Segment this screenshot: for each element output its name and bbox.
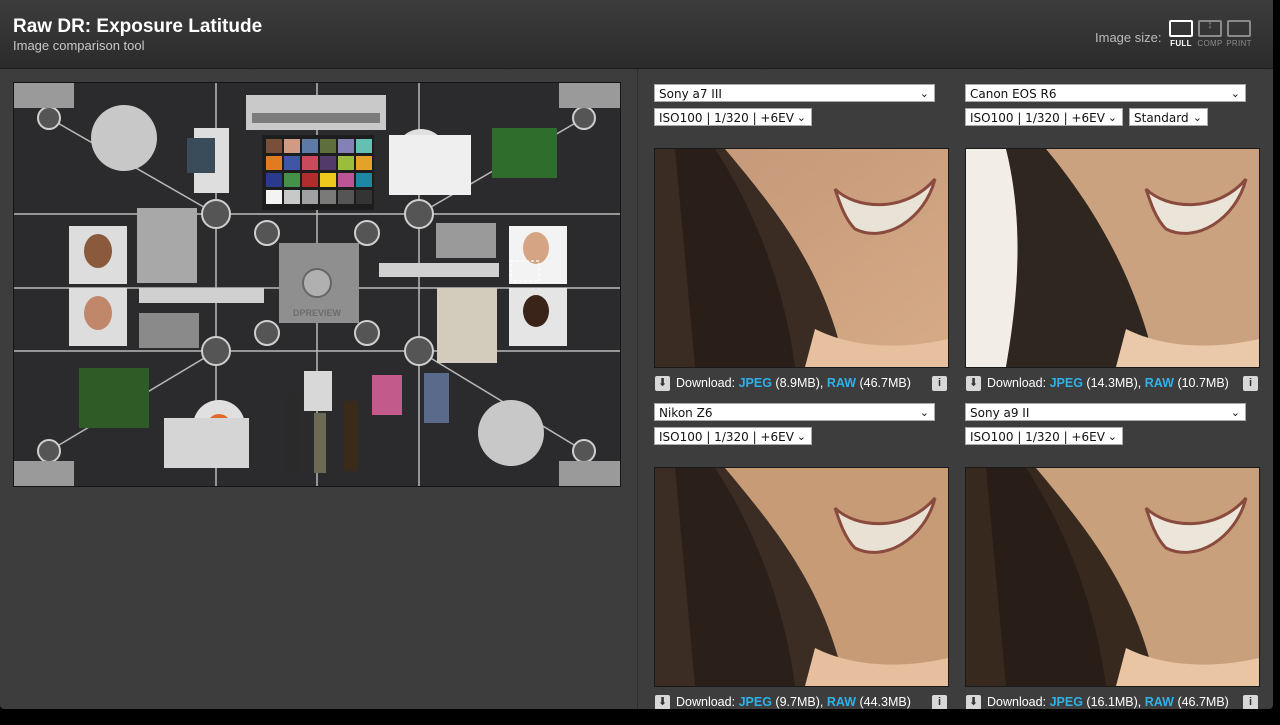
jpeg-link-1[interactable]: JPEG: [739, 376, 772, 390]
setting-select-3[interactable]: ISO100 | 1/320 | +6EV ⌄: [654, 427, 812, 445]
setting-select-3-value: ISO100 | 1/320 | +6EV: [659, 430, 794, 444]
raw-size-3: (44.3MB): [859, 695, 911, 709]
setting-select-1[interactable]: ISO100 | 1/320 | +6EV ⌄: [654, 108, 812, 126]
crop-image-2-graphic: [966, 149, 1259, 367]
jpeg-size-3: (9.7MB),: [775, 695, 824, 709]
crop-image-1-graphic: [655, 149, 948, 367]
download-row-2: ⬇ Download: JPEG (14.3MB), RAW (10.7MB) …: [965, 376, 1258, 392]
chevron-down-icon: ⌄: [1107, 430, 1117, 443]
setting-select-2-value: ISO100 | 1/320 | +6EV: [970, 111, 1105, 125]
chevron-down-icon: ⌄: [1230, 406, 1240, 419]
raw-size-4: (46.7MB): [1177, 695, 1229, 709]
size-print-button[interactable]: PRINT: [1224, 20, 1254, 50]
download-label: Download:: [987, 376, 1047, 390]
download-icon[interactable]: ⬇: [655, 376, 670, 391]
comp-size-icon: [1198, 19, 1222, 37]
jpeg-style-select-2-value: Standard: [1134, 111, 1189, 125]
comparison-pane: Sony a7 III ⌄ ISO100 | 1/320 | +6EV ⌄ ⬇ …: [637, 69, 1273, 709]
download-text-2: Download: JPEG (14.3MB), RAW (10.7MB): [987, 376, 1229, 390]
info-icon[interactable]: i: [932, 695, 947, 709]
crop-image-4[interactable]: [965, 467, 1260, 687]
download-icon[interactable]: ⬇: [966, 695, 981, 709]
download-row-4: ⬇ Download: JPEG (16.1MB), RAW (46.7MB) …: [965, 695, 1258, 709]
chevron-down-icon: ⌄: [1192, 111, 1202, 124]
download-label: Download:: [987, 695, 1047, 709]
scene-pane: DPREVIEW: [0, 69, 636, 709]
jpeg-size-1: (8.9MB),: [775, 376, 824, 390]
size-comp-label: COMP: [1197, 39, 1223, 48]
size-print-label: PRINT: [1226, 39, 1252, 48]
jpeg-size-4: (16.1MB),: [1086, 695, 1142, 709]
page-title: Raw DR: Exposure Latitude: [13, 16, 263, 37]
size-full-button[interactable]: FULL: [1166, 20, 1196, 50]
download-row-3: ⬇ Download: JPEG (9.7MB), RAW (44.3MB) i: [654, 695, 947, 709]
crop-image-1[interactable]: [654, 148, 949, 368]
download-row-1: ⬇ Download: JPEG (8.9MB), RAW (46.7MB) i: [654, 376, 947, 392]
scene-label: DPREVIEW: [293, 308, 342, 318]
info-icon[interactable]: i: [1243, 376, 1258, 391]
download-icon[interactable]: ⬇: [966, 376, 981, 391]
info-icon[interactable]: i: [1243, 695, 1258, 709]
size-full-label: FULL: [1170, 39, 1192, 48]
raw-link-3[interactable]: RAW: [827, 695, 856, 709]
raw-link-1[interactable]: RAW: [827, 376, 856, 390]
full-size-icon: [1169, 20, 1193, 37]
chevron-down-icon: ⌄: [796, 111, 806, 124]
header-bar: Raw DR: Exposure Latitude Image comparis…: [0, 0, 1273, 69]
download-text-1: Download: JPEG (8.9MB), RAW (46.7MB): [676, 376, 911, 390]
chevron-down-icon: ⌄: [919, 406, 929, 419]
jpeg-link-4[interactable]: JPEG: [1050, 695, 1083, 709]
raw-link-4[interactable]: RAW: [1145, 695, 1174, 709]
jpeg-size-2: (14.3MB),: [1086, 376, 1142, 390]
raw-size-1: (46.7MB): [859, 376, 911, 390]
raw-size-2: (10.7MB): [1177, 376, 1229, 390]
jpeg-link-2[interactable]: JPEG: [1050, 376, 1083, 390]
raw-link-2[interactable]: RAW: [1145, 376, 1174, 390]
jpeg-style-select-2[interactable]: Standard ⌄: [1129, 108, 1208, 126]
studio-scene-graphic: DPREVIEW: [14, 83, 620, 486]
camera-select-1[interactable]: Sony a7 III ⌄: [654, 84, 935, 102]
download-icon[interactable]: ⬇: [655, 695, 670, 709]
camera-select-1-value: Sony a7 III: [659, 87, 722, 101]
camera-select-3[interactable]: Nikon Z6 ⌄: [654, 403, 935, 421]
info-icon[interactable]: i: [932, 376, 947, 391]
download-text-4: Download: JPEG (16.1MB), RAW (46.7MB): [987, 695, 1229, 709]
page-subtitle: Image comparison tool: [13, 38, 145, 53]
crop-image-3[interactable]: [654, 467, 949, 687]
download-label: Download:: [676, 695, 736, 709]
download-label: Download:: [676, 376, 736, 390]
camera-select-4-value: Sony a9 II: [970, 406, 1030, 420]
app-window: Raw DR: Exposure Latitude Image comparis…: [0, 0, 1273, 709]
crop-image-3-graphic: [655, 468, 948, 686]
crop-image-4-graphic: [966, 468, 1259, 686]
setting-select-1-value: ISO100 | 1/320 | +6EV: [659, 111, 794, 125]
image-size-label: Image size:: [1095, 30, 1162, 45]
camera-select-2[interactable]: Canon EOS R6 ⌄: [965, 84, 1246, 102]
studio-scene-image[interactable]: DPREVIEW: [13, 82, 621, 487]
jpeg-link-3[interactable]: JPEG: [739, 695, 772, 709]
size-comp-button[interactable]: COMP: [1195, 19, 1225, 50]
camera-select-3-value: Nikon Z6: [659, 406, 713, 420]
print-size-icon: [1227, 20, 1251, 37]
chevron-down-icon: ⌄: [919, 87, 929, 100]
camera-select-2-value: Canon EOS R6: [970, 87, 1057, 101]
crop-image-2[interactable]: [965, 148, 1260, 368]
chevron-down-icon: ⌄: [796, 430, 806, 443]
chevron-down-icon: ⌄: [1107, 111, 1117, 124]
setting-select-4-value: ISO100 | 1/320 | +6EV: [970, 430, 1105, 444]
camera-select-4[interactable]: Sony a9 II ⌄: [965, 403, 1246, 421]
setting-select-4[interactable]: ISO100 | 1/320 | +6EV ⌄: [965, 427, 1123, 445]
setting-select-2[interactable]: ISO100 | 1/320 | +6EV ⌄: [965, 108, 1123, 126]
chevron-down-icon: ⌄: [1230, 87, 1240, 100]
download-text-3: Download: JPEG (9.7MB), RAW (44.3MB): [676, 695, 911, 709]
